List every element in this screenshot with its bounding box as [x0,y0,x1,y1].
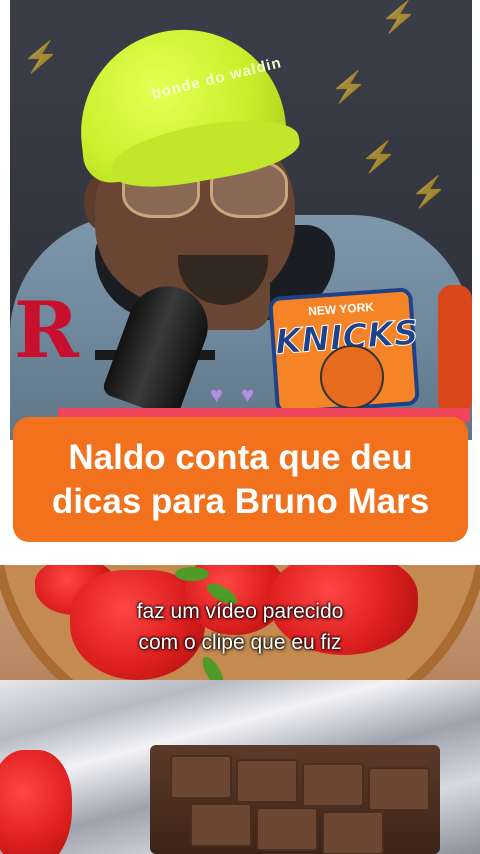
basketball-icon [320,345,384,409]
headline-line-1: Naldo conta que deu [68,437,413,477]
strawberry [0,750,72,854]
lightning-icon: ⚡ [22,41,60,74]
rockets-logo: R [14,285,79,376]
headline-line-2: dicas para Bruno Mars [51,481,430,521]
lightning-icon: ⚡ [360,141,398,174]
lightning-icon: ⚡ [330,71,368,104]
subtitle-line-1: faz um vídeo parecido [136,600,344,623]
person-arm [438,285,472,415]
frame-border-left [0,0,10,440]
chocolate-bar [150,745,440,854]
frame-border-right [472,0,480,440]
strawberry-leaf [175,567,209,581]
lightning-icon: ⚡ [410,176,448,209]
podcast-video-frame[interactable]: ⚡ ⚡ ⚡ ⚡ ⚡ bonde do waldin R NEW YORK KNI… [0,0,480,440]
subtitle-line-2: com o clipe que eu fiz [138,631,342,654]
lightning-icon: ⚡ [380,1,418,34]
heart-sparkles-icon: ♥♥ [210,382,273,407]
video-subtitle: faz um vídeo parecido com o clipe que eu… [0,596,480,658]
headline-banner: Naldo conta que deu dicas para Bruno Mar… [13,417,468,542]
headline-text: Naldo conta que deu dicas para Bruno Mar… [52,436,429,524]
